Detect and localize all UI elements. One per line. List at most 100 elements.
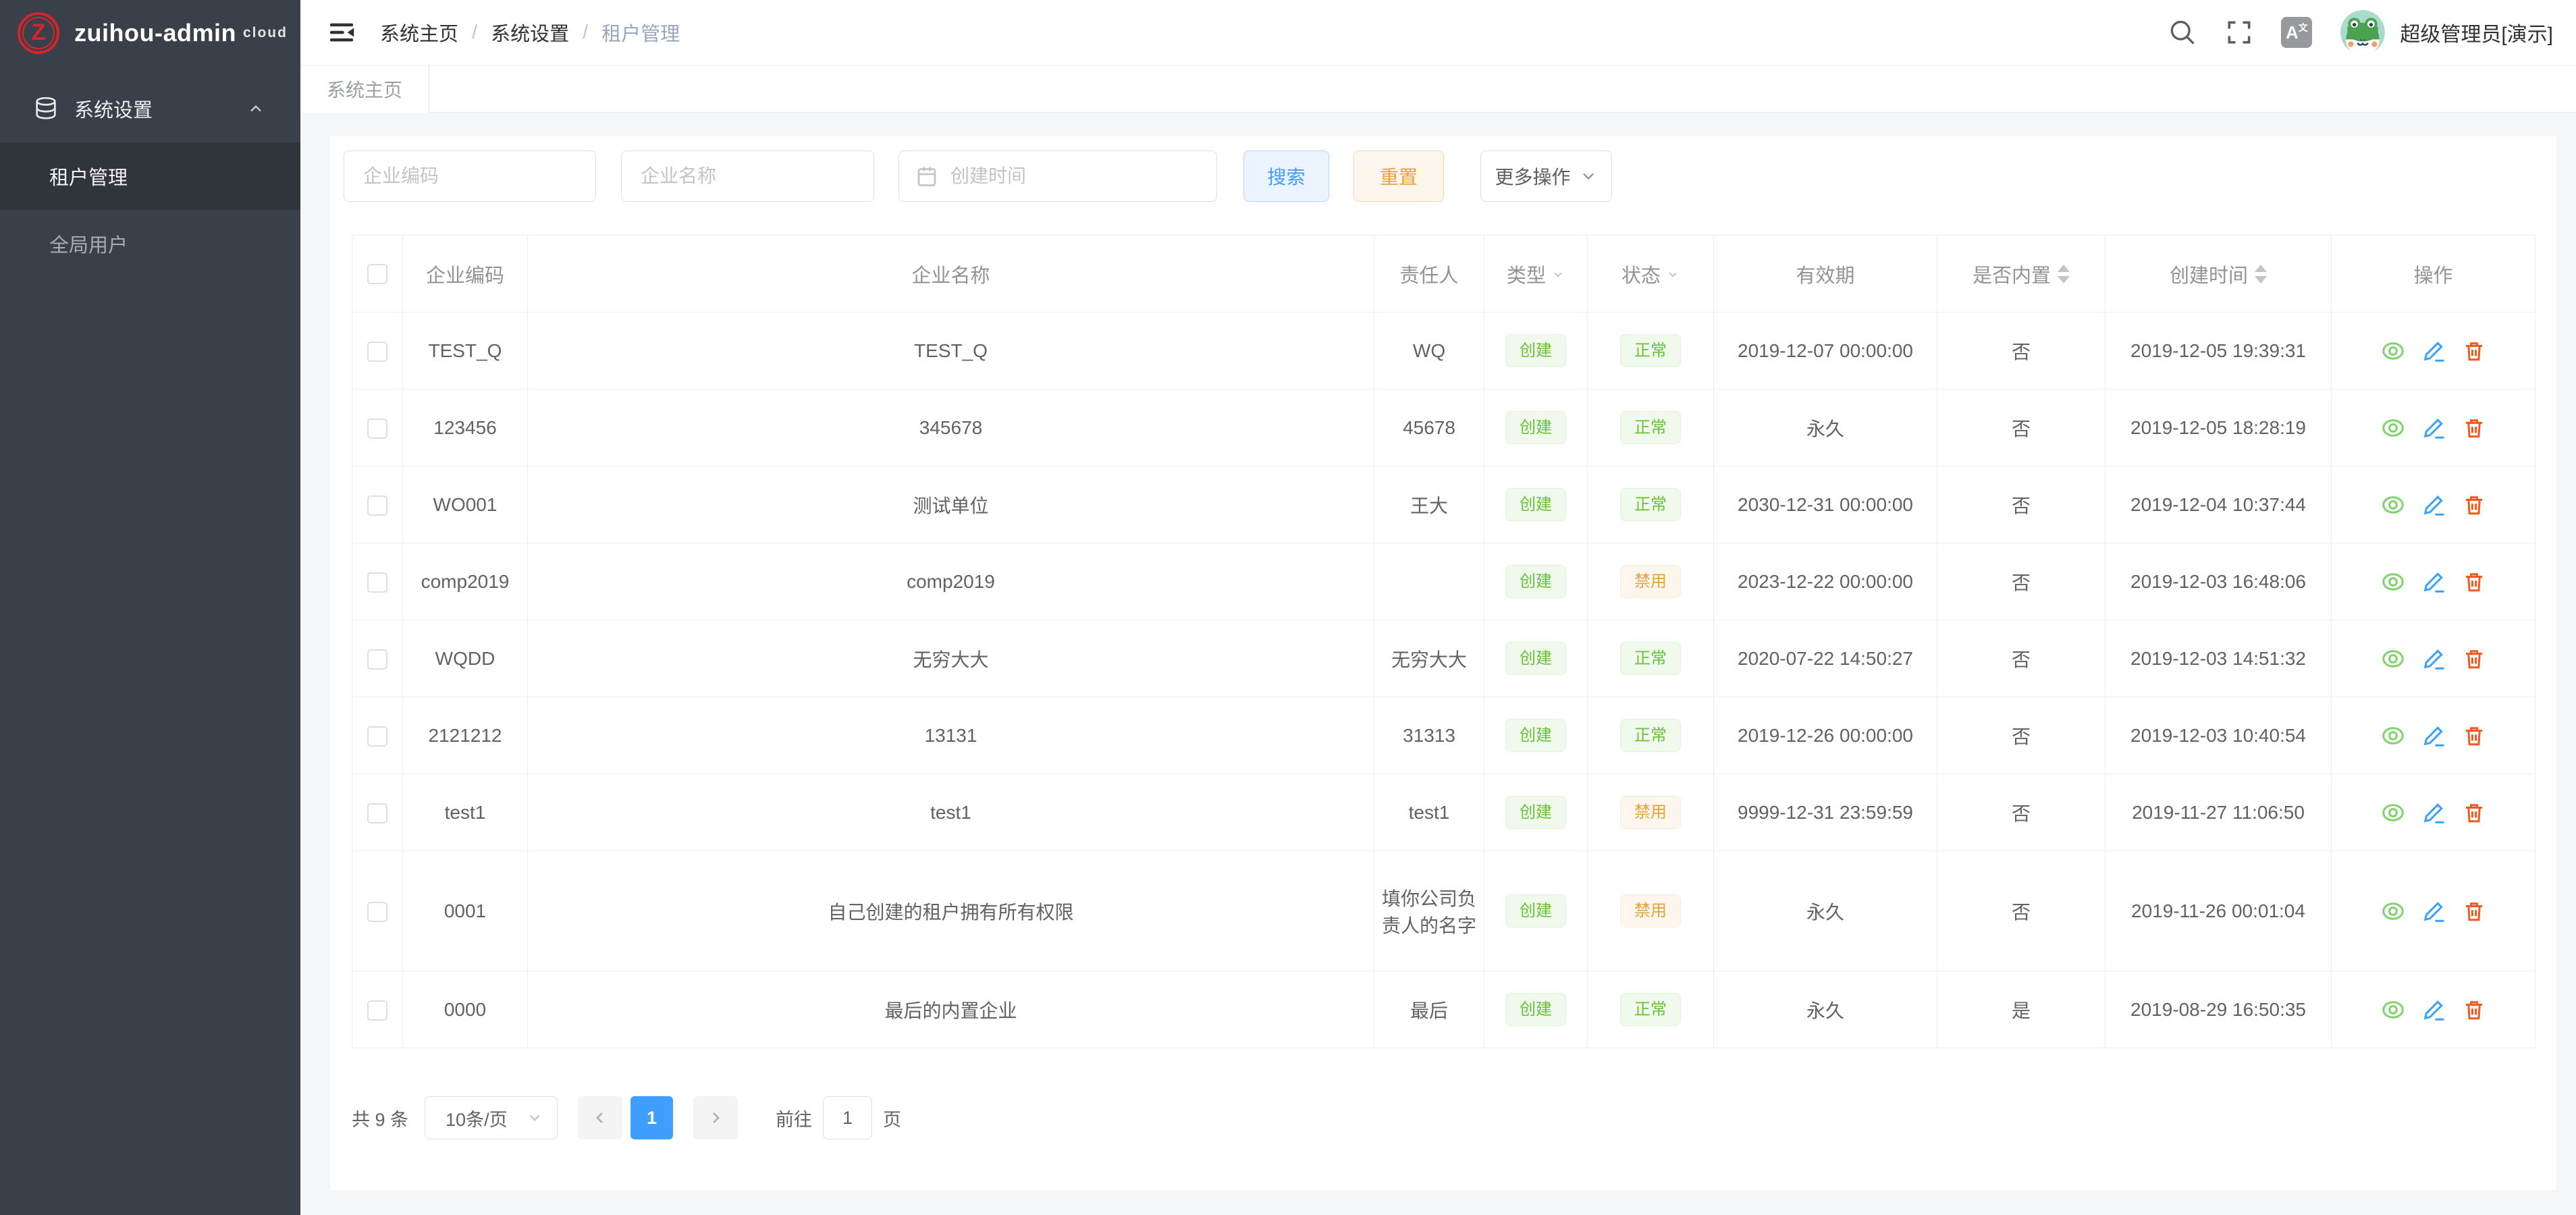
sort-caret-icon[interactable]	[2255, 259, 2267, 290]
status-badge: 正常	[1620, 993, 1681, 1026]
sort-caret-icon[interactable]	[2058, 259, 2070, 290]
cell-owner: 最后	[1374, 971, 1484, 1048]
edit-icon[interactable]	[2421, 570, 2446, 594]
breadcrumb: 系统主页 / 系统设置 / 租户管理	[380, 18, 680, 47]
edit-icon[interactable]	[2421, 339, 2446, 363]
search-button[interactable]: 搜索	[1243, 151, 1329, 202]
row-checkbox[interactable]	[367, 902, 387, 922]
row-checkbox[interactable]	[367, 418, 387, 439]
fullscreen-icon[interactable]	[2224, 18, 2254, 47]
delete-icon[interactable]	[2462, 724, 2486, 748]
app-title: zuihou-admin	[74, 19, 236, 47]
cell-builtin: 否	[1937, 466, 2105, 543]
page-size-select[interactable]: 10条/页	[425, 1096, 558, 1139]
row-checkbox[interactable]	[367, 342, 387, 362]
filter-arrow-icon[interactable]	[1551, 267, 1565, 281]
cell-created-time: 2019-12-03 16:48:06	[2105, 543, 2332, 620]
row-checkbox[interactable]	[367, 572, 387, 593]
company-code-input[interactable]	[344, 151, 596, 202]
breadcrumb-item-system-settings[interactable]: 系统设置	[491, 18, 569, 47]
cell-company-code: test1	[403, 774, 528, 851]
delete-icon[interactable]	[2462, 570, 2486, 594]
delete-icon[interactable]	[2462, 998, 2486, 1022]
table-row: comp2019 comp2019 创建 禁用 2023-12-22 00:00…	[352, 543, 2535, 620]
language-icon[interactable]: A文	[2281, 17, 2312, 48]
edit-icon[interactable]	[2421, 647, 2446, 671]
edit-icon[interactable]	[2421, 416, 2446, 440]
cell-company-code: WO001	[403, 466, 528, 543]
next-page-button[interactable]	[693, 1096, 738, 1139]
view-icon[interactable]	[2381, 570, 2405, 594]
type-badge: 创建	[1505, 642, 1566, 675]
view-icon[interactable]	[2381, 339, 2405, 363]
sidebar-group-system-settings[interactable]: 系统设置	[0, 75, 300, 142]
goto-page-input[interactable]	[823, 1096, 872, 1139]
table-row: 2121212 13131 31313 创建 正常 2019-12-26 00:…	[352, 697, 2535, 774]
avatar[interactable]	[2340, 10, 2385, 55]
collapse-sidebar-icon[interactable]	[326, 17, 357, 48]
delete-icon[interactable]	[2462, 339, 2486, 363]
edit-icon[interactable]	[2421, 899, 2446, 923]
table-row: 123456 345678 45678 创建 正常 永久 否 2019-12-0…	[352, 389, 2535, 466]
view-icon[interactable]	[2381, 416, 2405, 440]
edit-icon[interactable]	[2421, 801, 2446, 825]
view-icon[interactable]	[2381, 724, 2405, 748]
row-checkbox[interactable]	[367, 649, 387, 670]
edit-icon[interactable]	[2421, 998, 2446, 1022]
status-badge: 正常	[1620, 411, 1681, 444]
row-actions	[2338, 493, 2528, 517]
delete-icon[interactable]	[2462, 899, 2486, 923]
current-user-name[interactable]: 超级管理员[演示]	[2400, 18, 2553, 47]
cell-created-time: 2019-12-03 14:51:32	[2105, 620, 2332, 697]
cell-company-name: 自己创建的租户拥有所有权限	[528, 851, 1374, 971]
cell-company-code: 123456	[403, 389, 528, 466]
prev-page-button[interactable]	[578, 1096, 622, 1139]
cell-owner: 45678	[1374, 389, 1484, 466]
view-icon[interactable]	[2381, 493, 2405, 517]
language-icon-letter: A	[2286, 22, 2299, 43]
reset-button[interactable]: 重置	[1353, 151, 1444, 202]
cell-validity: 永久	[1714, 851, 1937, 971]
status-badge: 禁用	[1620, 894, 1681, 927]
page-number-1[interactable]: 1	[630, 1096, 673, 1139]
view-icon[interactable]	[2381, 899, 2405, 923]
more-actions-button[interactable]: 更多操作	[1480, 151, 1612, 202]
sidebar-item-tenant-management[interactable]: 租户管理	[0, 142, 300, 210]
breadcrumb-item-home[interactable]: 系统主页	[380, 18, 458, 47]
delete-icon[interactable]	[2462, 801, 2486, 825]
page-size-value: 10条/页	[446, 1105, 508, 1131]
sidebar-item-label: 租户管理	[49, 162, 128, 190]
edit-icon[interactable]	[2421, 493, 2446, 517]
sidebar-menu: 系统设置 租户管理 全局用户	[0, 65, 300, 277]
row-checkbox[interactable]	[367, 726, 387, 747]
cell-company-name: 13131	[528, 697, 1374, 774]
edit-icon[interactable]	[2421, 724, 2446, 748]
sidebar-item-global-users[interactable]: 全局用户	[0, 210, 300, 277]
type-badge: 创建	[1505, 796, 1566, 829]
create-time-input[interactable]	[898, 151, 1217, 202]
view-icon[interactable]	[2381, 998, 2405, 1022]
cell-validity: 2019-12-07 00:00:00	[1714, 313, 1937, 389]
delete-icon[interactable]	[2462, 493, 2486, 517]
select-all-checkbox[interactable]	[367, 264, 387, 284]
delete-icon[interactable]	[2462, 416, 2486, 440]
view-icon[interactable]	[2381, 647, 2405, 671]
cell-owner: 31313	[1374, 697, 1484, 774]
tab-label: 系统主页	[327, 76, 402, 103]
app-logo[interactable]: Z zuihou-admin cloud	[0, 0, 300, 65]
col-header-actions: 操作	[2332, 236, 2535, 313]
status-badge: 正常	[1620, 488, 1681, 521]
row-checkbox[interactable]	[367, 495, 387, 516]
company-name-input[interactable]	[621, 151, 874, 202]
col-header-type: 类型	[1507, 260, 1546, 288]
view-icon[interactable]	[2381, 801, 2405, 825]
tenant-table: 企业编码 企业名称 责任人 类型 状态 有效期 是否内置 创建时间 操作 TES…	[352, 235, 2535, 1048]
tab-system-home[interactable]: 系统主页	[300, 65, 429, 113]
row-checkbox[interactable]	[367, 1000, 387, 1021]
row-checkbox[interactable]	[367, 803, 387, 824]
cell-owner	[1374, 543, 1484, 620]
search-icon[interactable]	[2168, 18, 2197, 47]
filter-arrow-icon[interactable]	[1666, 267, 1680, 281]
delete-icon[interactable]	[2462, 647, 2486, 671]
type-badge: 创建	[1505, 719, 1566, 752]
